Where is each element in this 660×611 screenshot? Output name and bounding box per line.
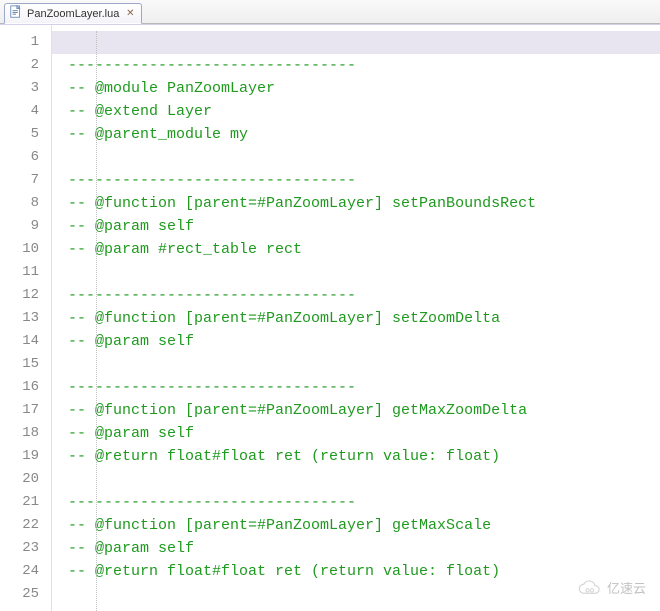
code-line[interactable] xyxy=(52,146,660,169)
code-line[interactable]: -------------------------------- xyxy=(52,169,660,192)
line-number: 13 xyxy=(0,307,51,330)
code-line[interactable]: -- @module PanZoomLayer xyxy=(52,77,660,100)
code-line[interactable]: -- @param self xyxy=(52,422,660,445)
code-line[interactable]: -- @function [parent=#PanZoomLayer] setZ… xyxy=(52,307,660,330)
code-line[interactable] xyxy=(52,468,660,491)
line-number: 17 xyxy=(0,399,51,422)
line-number: 20 xyxy=(0,468,51,491)
code-line[interactable]: -- @param #rect_table rect xyxy=(52,238,660,261)
tab-file[interactable]: PanZoomLayer.lua ✕ xyxy=(4,3,142,24)
code-line[interactable]: -------------------------------- xyxy=(52,54,660,77)
line-number: 12 xyxy=(0,284,51,307)
code-line[interactable] xyxy=(52,353,660,376)
watermark: 亿速云 xyxy=(577,578,646,597)
indent-guide xyxy=(96,31,97,611)
close-icon[interactable]: ✕ xyxy=(125,9,135,19)
line-number: 11 xyxy=(0,261,51,284)
line-number: 7 xyxy=(0,169,51,192)
cloud-icon xyxy=(577,579,601,597)
line-number: 2 xyxy=(0,54,51,77)
line-number: 4 xyxy=(0,100,51,123)
code-line[interactable] xyxy=(52,261,660,284)
code-line[interactable]: -------------------------------- xyxy=(52,376,660,399)
line-number: 9 xyxy=(0,215,51,238)
line-number: 5 xyxy=(0,123,51,146)
line-number: 1 xyxy=(0,31,51,54)
line-gutter: 1234567891011121314151617181920212223242… xyxy=(0,25,52,611)
line-number: 3 xyxy=(0,77,51,100)
editor: 1234567891011121314151617181920212223242… xyxy=(0,24,660,611)
line-number: 21 xyxy=(0,491,51,514)
code-line[interactable]: -------------------------------- xyxy=(52,284,660,307)
file-icon xyxy=(9,5,23,22)
code-line[interactable]: -- @param self xyxy=(52,330,660,353)
line-number: 10 xyxy=(0,238,51,261)
code-area[interactable]: ---------------------------------- @modu… xyxy=(52,25,660,611)
line-number: 14 xyxy=(0,330,51,353)
code-line[interactable]: -- @extend Layer xyxy=(52,100,660,123)
line-number: 19 xyxy=(0,445,51,468)
code-line[interactable]: -------------------------------- xyxy=(52,491,660,514)
code-line[interactable]: -- @return float#float ret (return value… xyxy=(52,560,660,583)
tab-bar: PanZoomLayer.lua ✕ xyxy=(0,0,660,24)
code-line[interactable]: -- @function [parent=#PanZoomLayer] setP… xyxy=(52,192,660,215)
code-line[interactable]: -- @function [parent=#PanZoomLayer] getM… xyxy=(52,514,660,537)
tab-filename: PanZoomLayer.lua xyxy=(27,8,119,20)
line-number: 22 xyxy=(0,514,51,537)
code-line[interactable]: -- @return float#float ret (return value… xyxy=(52,445,660,468)
line-number: 23 xyxy=(0,537,51,560)
line-number: 8 xyxy=(0,192,51,215)
line-number: 15 xyxy=(0,353,51,376)
line-number: 6 xyxy=(0,146,51,169)
code-line[interactable]: -- @param self xyxy=(52,215,660,238)
code-line[interactable]: -- @parent_module my xyxy=(52,123,660,146)
code-line[interactable]: -- @function [parent=#PanZoomLayer] getM… xyxy=(52,399,660,422)
line-number: 16 xyxy=(0,376,51,399)
code-line[interactable]: -- @param self xyxy=(52,537,660,560)
watermark-text: 亿速云 xyxy=(607,578,646,597)
code-line[interactable] xyxy=(52,583,660,606)
code-line[interactable] xyxy=(52,31,660,54)
line-number: 25 xyxy=(0,583,51,606)
line-number: 18 xyxy=(0,422,51,445)
line-number: 24 xyxy=(0,560,51,583)
